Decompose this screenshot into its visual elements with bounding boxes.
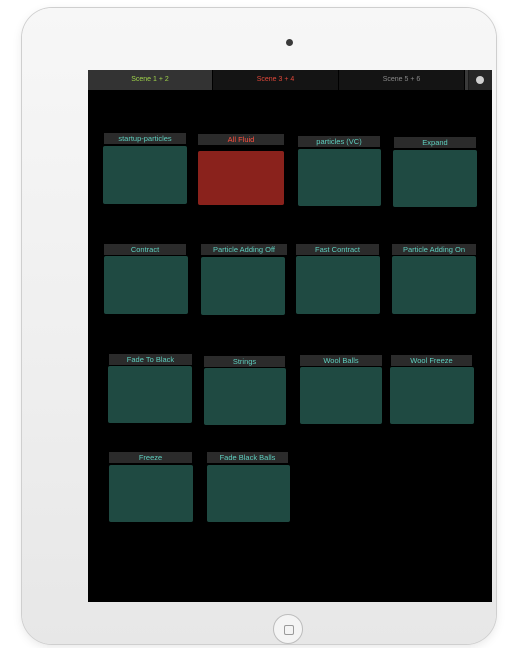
tab-scene-5-6[interactable]: Scene 5 + 6 — [339, 70, 465, 90]
pad-label: Fade To Black — [109, 354, 192, 365]
home-button[interactable] — [273, 614, 303, 644]
front-camera — [286, 39, 293, 46]
pad-label: Wool Balls — [300, 355, 382, 366]
pad-button[interactable] — [393, 150, 477, 207]
tab-scene-1-2[interactable]: Scene 1 + 2 — [88, 70, 213, 90]
pad-button[interactable] — [204, 368, 286, 425]
pad-label: particles (VC) — [298, 136, 380, 147]
pad-button[interactable] — [298, 149, 381, 206]
pad-button[interactable] — [296, 256, 380, 314]
scene-tab-bar: Scene 1 + 2 Scene 3 + 4 Scene 5 + 6 — [88, 70, 492, 90]
tab-divider — [465, 70, 468, 90]
pad-button[interactable] — [390, 367, 474, 424]
home-square-icon — [284, 625, 294, 635]
pad-button-active[interactable] — [198, 151, 284, 205]
ipad-device-frame: Scene 1 + 2 Scene 3 + 4 Scene 5 + 6 star… — [22, 8, 496, 644]
pad-button[interactable] — [109, 465, 193, 522]
app-screen: Scene 1 + 2 Scene 3 + 4 Scene 5 + 6 star… — [88, 70, 492, 602]
pad-label: Wool Freeze — [391, 355, 472, 366]
pad-label: Fade Black Balls — [207, 452, 288, 463]
pad-button[interactable] — [201, 257, 285, 315]
pad-button[interactable] — [207, 465, 290, 522]
settings-button[interactable] — [469, 70, 492, 90]
pad-button[interactable] — [104, 256, 188, 314]
pad-button[interactable] — [300, 367, 382, 424]
pad-label: All Fluid — [198, 134, 284, 145]
pad-label: Strings — [204, 356, 285, 367]
pad-label: Fast Contract — [296, 244, 379, 255]
pad-button[interactable] — [108, 366, 192, 423]
pad-label: Freeze — [109, 452, 192, 463]
tab-scene-3-4[interactable]: Scene 3 + 4 — [213, 70, 339, 90]
settings-dot-icon — [476, 76, 484, 84]
pad-label: Particle Adding On — [392, 244, 476, 255]
pad-label: Particle Adding Off — [201, 244, 287, 255]
pad-button[interactable] — [392, 256, 476, 314]
pad-label: Contract — [104, 244, 186, 255]
pad-button[interactable] — [103, 146, 187, 204]
pad-label: startup-particles — [104, 133, 186, 144]
pad-label: Expand — [394, 137, 476, 148]
